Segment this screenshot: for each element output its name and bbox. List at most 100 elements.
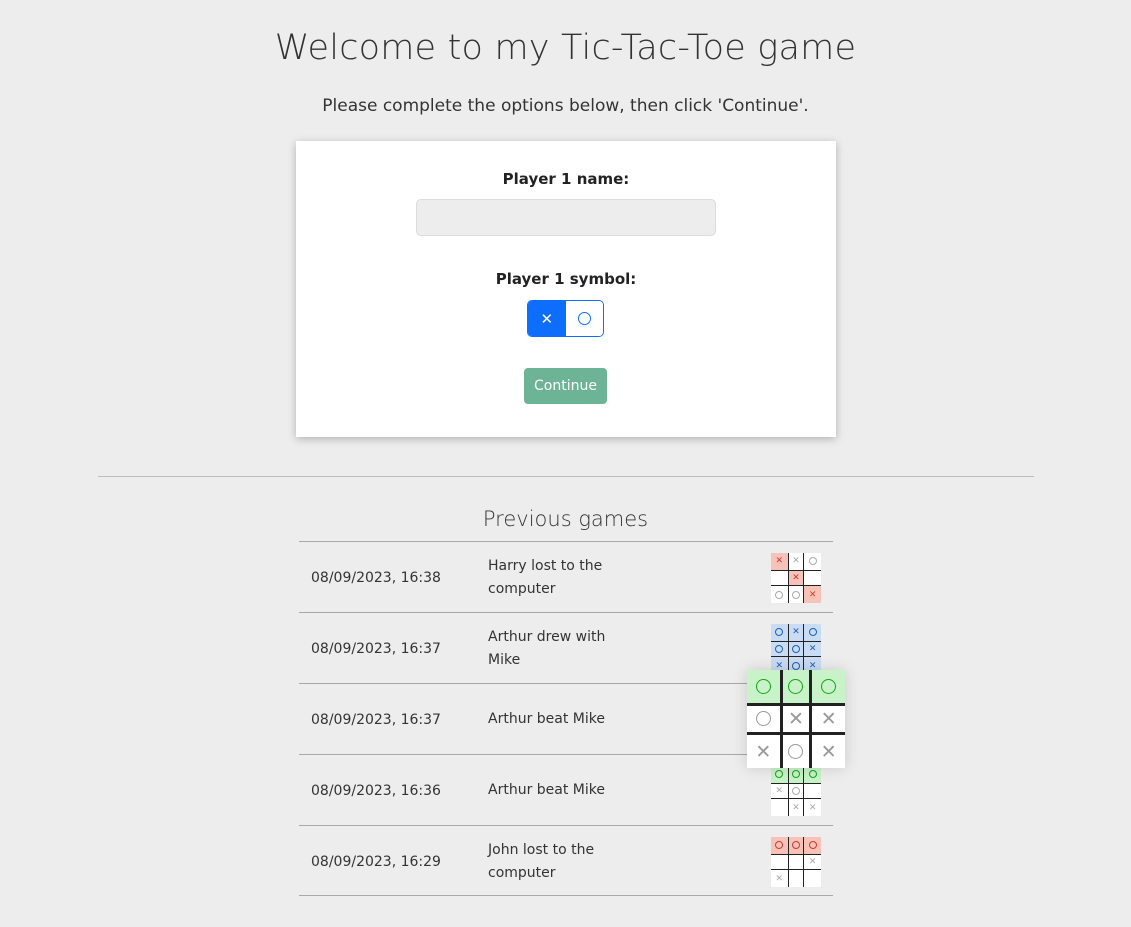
o-icon	[791, 786, 800, 795]
player-symbol-label: Player 1 symbol:	[495, 270, 637, 288]
page-subtitle: Please complete the options below, then …	[322, 96, 809, 116]
board-cell: ✕	[787, 553, 805, 570]
history-row: 08/09/2023, 16:29 John lost to the compu…	[299, 825, 833, 896]
board-cell	[779, 670, 813, 703]
x-icon: ✕	[820, 740, 837, 763]
game-date: 08/09/2023, 16:36	[311, 782, 441, 799]
history-row: 08/09/2023, 16:38 Harry lost to the comp…	[299, 541, 833, 612]
board-cell: ✕	[804, 640, 821, 658]
board-cell	[787, 837, 805, 854]
x-icon: ✕	[775, 873, 784, 884]
board-cell	[779, 735, 813, 768]
options-card: Player 1 name: Player 1 symbol: ✕ Contin…	[296, 141, 836, 437]
o-icon	[788, 744, 804, 760]
symbol-toggle: ✕	[527, 300, 604, 337]
board-cell	[771, 640, 788, 658]
o-icon	[755, 711, 771, 727]
x-icon: ✕	[820, 707, 837, 730]
o-icon	[791, 661, 800, 670]
game-board-thumbnail[interactable]: ✕ ✕ ✕	[771, 766, 821, 816]
board-cell	[787, 586, 805, 603]
o-icon	[821, 678, 837, 694]
board-cell	[804, 624, 821, 641]
game-result: Harry lost to the computer	[488, 557, 603, 597]
board-cell: ✕	[787, 569, 805, 587]
o-icon	[775, 628, 784, 637]
board-cell: ✕	[812, 702, 845, 736]
game-board-zoomed: ✕ ✕ ✕ ✕	[747, 670, 845, 768]
o-icon	[775, 770, 784, 779]
game-date: 08/09/2023, 16:38	[311, 569, 441, 586]
player-name-input[interactable]	[416, 199, 716, 236]
board-cell: ✕	[779, 702, 813, 736]
board-cell	[804, 782, 821, 800]
board-cell	[771, 853, 788, 871]
o-icon	[791, 590, 800, 599]
board-cell: ✕	[804, 799, 821, 816]
game-board-thumbnail[interactable]: ✕ ✕ ✕ ✕	[771, 553, 821, 603]
o-icon	[577, 312, 591, 325]
board-cell	[747, 670, 780, 703]
x-icon: ✕	[788, 707, 804, 730]
board-cell	[787, 870, 805, 887]
player-name-label: Player 1 name:	[502, 170, 630, 188]
x-icon: ✕	[808, 856, 817, 867]
game-date: 08/09/2023, 16:37	[311, 640, 441, 657]
board-cell	[804, 553, 821, 570]
x-icon: ✕	[792, 627, 800, 638]
o-icon	[775, 644, 784, 653]
board-cell	[787, 766, 805, 783]
board-cell	[787, 782, 805, 800]
board-cell	[804, 870, 821, 887]
board-cell	[804, 766, 821, 783]
o-icon	[808, 628, 817, 637]
continue-button[interactable]: Continue	[524, 368, 607, 404]
board-cell: ✕	[804, 853, 821, 871]
o-icon	[791, 644, 800, 653]
board-cell	[771, 586, 788, 603]
game-result: John lost to the computer	[488, 841, 595, 881]
board-cell: ✕	[804, 586, 821, 603]
x-icon: ✕	[775, 785, 784, 796]
game-board-thumbnail[interactable]: ✕✕✕✕	[771, 624, 821, 674]
o-icon	[788, 678, 804, 694]
board-cell: ✕	[771, 553, 788, 570]
x-icon: ✕	[792, 556, 800, 567]
game-date: 08/09/2023, 16:29	[311, 853, 441, 870]
o-icon	[775, 590, 784, 599]
x-icon: ✕	[808, 802, 817, 813]
board-cell	[804, 569, 821, 587]
board-cell: ✕	[787, 799, 805, 816]
x-icon: ✕	[808, 643, 817, 654]
board-cell	[771, 624, 788, 641]
symbol-o-button[interactable]	[565, 301, 603, 336]
x-icon: ✕	[792, 802, 800, 813]
board-cell: ✕	[771, 782, 788, 800]
x-icon: ✕	[540, 309, 554, 328]
board-cell: ✕	[787, 624, 805, 641]
board-cell: ✕	[771, 870, 788, 887]
board-cell	[771, 766, 788, 783]
x-icon: ✕	[755, 740, 772, 763]
board-cell	[771, 799, 788, 816]
x-icon: ✕	[808, 589, 817, 600]
board-cell	[747, 702, 780, 736]
board-cell: ✕	[747, 735, 780, 768]
game-result: Arthur drew with Mike	[488, 628, 606, 668]
history-title: Previous games	[482, 507, 649, 531]
board-cell	[804, 837, 821, 854]
board-cell	[787, 853, 805, 871]
board-cell	[787, 640, 805, 658]
o-icon	[808, 770, 817, 779]
o-icon	[755, 678, 771, 694]
page-title: Welcome to my Tic-Tac-Toe game	[274, 28, 857, 68]
board-cell	[812, 670, 845, 703]
game-date: 08/09/2023, 16:37	[311, 711, 441, 728]
x-icon: ✕	[792, 572, 800, 583]
symbol-x-button[interactable]: ✕	[528, 301, 566, 336]
o-icon	[791, 841, 800, 850]
o-icon	[808, 841, 817, 850]
game-board-thumbnail[interactable]: ✕ ✕	[771, 837, 821, 887]
board-cell	[771, 569, 788, 587]
board-cell	[771, 837, 788, 854]
